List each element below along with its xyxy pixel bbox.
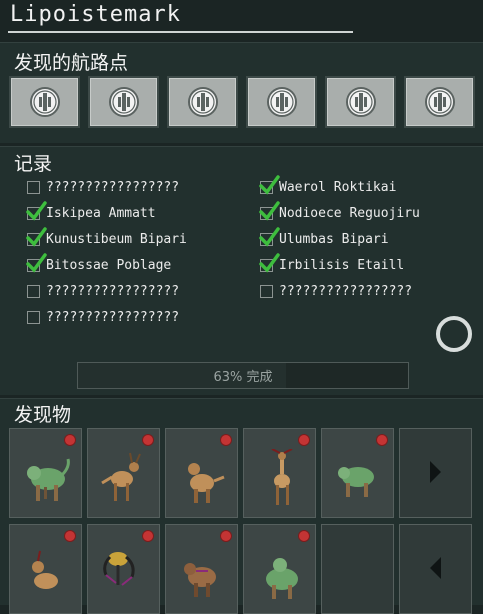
waypoint-icon bbox=[29, 87, 60, 117]
record-label: Iskipea Ammatt bbox=[46, 205, 156, 221]
waypoint-icon bbox=[187, 87, 218, 117]
waypoint-icon bbox=[424, 87, 455, 117]
records-left-column: ????????????????? Iskipea Ammatt Kunusti… bbox=[26, 174, 187, 330]
tan-creature-icon bbox=[101, 452, 141, 501]
new-alert-icon bbox=[64, 434, 76, 446]
record-item[interactable]: ????????????????? bbox=[260, 278, 420, 304]
record-label: Kunustibeum Bipari bbox=[46, 231, 187, 247]
discovery-slot[interactable] bbox=[243, 428, 316, 518]
check-icon bbox=[259, 252, 280, 273]
waypoint-tile[interactable] bbox=[404, 76, 475, 128]
waypoint-tile[interactable] bbox=[88, 76, 159, 128]
record-label: Irbilisis Etaill bbox=[279, 257, 405, 273]
waypoint-tile[interactable] bbox=[246, 76, 317, 128]
discovery-slot[interactable] bbox=[9, 428, 82, 518]
loading-ring-icon bbox=[436, 316, 472, 352]
record-item[interactable]: ????????????????? bbox=[27, 174, 187, 200]
check-icon bbox=[26, 252, 47, 273]
tan-creature-icon bbox=[188, 463, 225, 503]
new-alert-icon bbox=[220, 530, 232, 542]
empty-discovery-slot bbox=[321, 524, 394, 614]
check-icon bbox=[259, 174, 280, 195]
completion-progress-bar: 63% 完成 bbox=[77, 362, 409, 389]
record-label: Waerol Roktikai bbox=[279, 179, 397, 195]
records-right-column: Waerol Roktikai Nodioece Reguojiru Ulumb… bbox=[259, 174, 420, 304]
tan-creature-icon bbox=[271, 449, 293, 505]
record-item[interactable]: Iskipea Ammatt bbox=[26, 200, 187, 226]
record-checkbox bbox=[260, 284, 273, 298]
record-checkbox bbox=[27, 180, 40, 194]
new-alert-icon bbox=[220, 434, 232, 446]
check-icon bbox=[259, 226, 280, 247]
record-item[interactable]: Bitossae Poblage bbox=[26, 252, 187, 278]
record-item[interactable]: Irbilisis Etaill bbox=[259, 252, 420, 278]
record-checkbox bbox=[26, 252, 47, 273]
record-label: Ulumbas Bipari bbox=[279, 231, 389, 247]
green-creature-icon bbox=[338, 467, 374, 497]
discovery-slot[interactable] bbox=[87, 524, 160, 614]
progress-label: 63% 完成 bbox=[213, 370, 273, 385]
record-checkbox bbox=[27, 284, 40, 298]
waypoint-icon bbox=[345, 87, 376, 117]
record-label: ????????????????? bbox=[279, 283, 413, 299]
tan-creature-icon bbox=[184, 563, 216, 597]
check-icon bbox=[26, 226, 47, 247]
planet-title: Lipoistemark bbox=[10, 2, 181, 27]
check-icon bbox=[26, 200, 47, 221]
record-item[interactable]: Kunustibeum Bipari bbox=[26, 226, 187, 252]
new-alert-icon bbox=[298, 530, 310, 542]
record-checkbox bbox=[259, 226, 280, 247]
new-alert-icon bbox=[142, 434, 154, 446]
record-checkbox bbox=[259, 200, 280, 221]
waypoint-icon bbox=[108, 87, 139, 117]
previous-page-button[interactable] bbox=[399, 524, 472, 614]
record-item[interactable]: Nodioece Reguojiru bbox=[259, 200, 420, 226]
discovery-slot[interactable] bbox=[321, 428, 394, 518]
discovery-slot[interactable] bbox=[9, 524, 82, 614]
new-alert-icon bbox=[298, 434, 310, 446]
record-label: Bitossae Poblage bbox=[46, 257, 172, 273]
record-item[interactable]: Waerol Roktikai bbox=[259, 174, 420, 200]
chevron-left-icon bbox=[430, 557, 441, 579]
record-item[interactable]: ????????????????? bbox=[27, 304, 187, 330]
next-page-button[interactable] bbox=[399, 428, 472, 518]
title-divider bbox=[8, 31, 353, 33]
green-creature-icon bbox=[27, 458, 70, 501]
discovery-slot[interactable] bbox=[165, 428, 238, 518]
records-title: 记录 bbox=[14, 153, 53, 175]
discovery-slot[interactable] bbox=[87, 428, 160, 518]
new-alert-icon bbox=[64, 530, 76, 542]
record-label: ????????????????? bbox=[46, 283, 180, 299]
discovery-slot[interactable] bbox=[165, 524, 238, 614]
record-checkbox bbox=[26, 200, 47, 221]
waypoint-tile[interactable] bbox=[167, 76, 238, 128]
record-label: Nodioece Reguojiru bbox=[279, 205, 420, 221]
check-icon bbox=[259, 200, 280, 221]
tan-creature-icon bbox=[32, 550, 58, 589]
record-item[interactable]: ????????????????? bbox=[27, 278, 187, 304]
waypoint-tile[interactable] bbox=[325, 76, 396, 128]
record-checkbox bbox=[259, 252, 280, 273]
record-checkbox bbox=[259, 174, 280, 195]
discovery-slot[interactable] bbox=[243, 524, 316, 614]
new-alert-icon bbox=[142, 530, 154, 542]
waypoint-list bbox=[9, 76, 475, 128]
waypoints-title: 发现的航路点 bbox=[14, 52, 129, 74]
record-item[interactable]: Ulumbas Bipari bbox=[259, 226, 420, 252]
green-creature-icon bbox=[266, 558, 298, 599]
waypoint-icon bbox=[266, 87, 297, 117]
new-alert-icon bbox=[376, 434, 388, 446]
record-label: ????????????????? bbox=[46, 309, 180, 325]
record-label: ????????????????? bbox=[46, 179, 180, 195]
insect-creature-icon bbox=[103, 552, 135, 586]
chevron-right-icon bbox=[430, 461, 441, 483]
waypoint-tile[interactable] bbox=[9, 76, 80, 128]
record-checkbox bbox=[26, 226, 47, 247]
discoveries-title: 发现物 bbox=[14, 404, 72, 426]
record-checkbox bbox=[27, 310, 40, 324]
